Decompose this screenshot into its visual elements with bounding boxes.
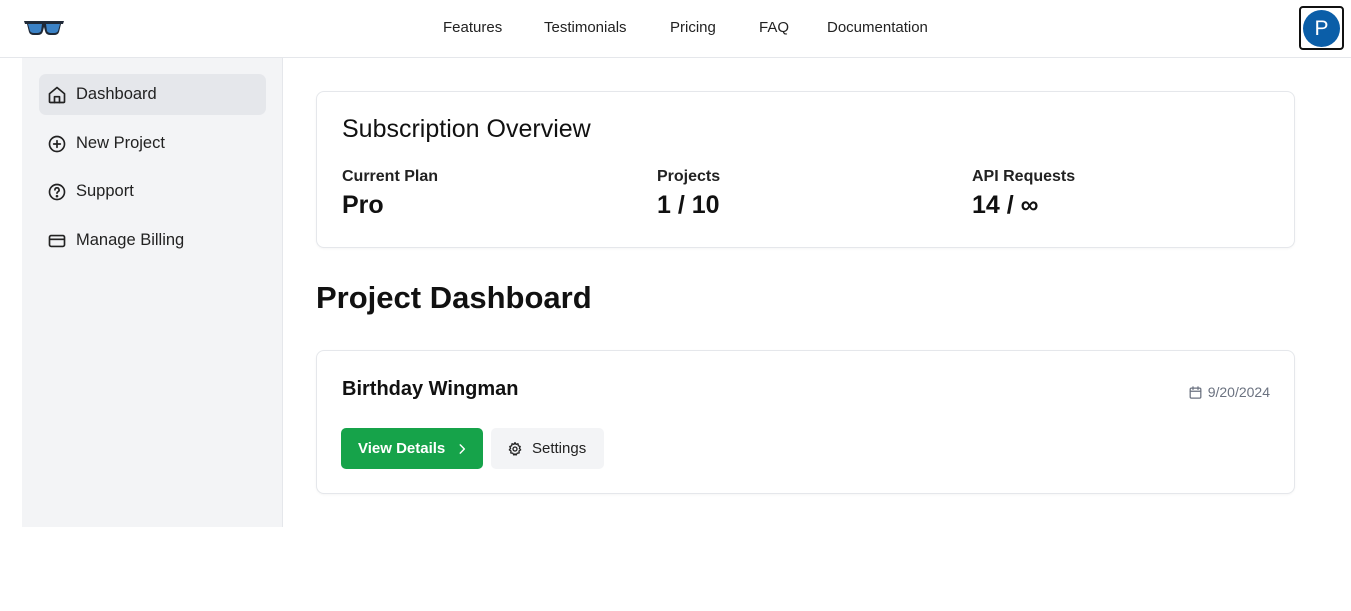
top-navbar: Features Testimonials Pricing FAQ Docume…: [0, 0, 1351, 58]
nav-testimonials[interactable]: Testimonials: [544, 19, 627, 36]
stat-label: Current Plan: [342, 168, 439, 185]
avatar[interactable]: P: [1303, 10, 1340, 47]
chevron-right-icon: [459, 443, 466, 454]
stat-value: Pro: [342, 191, 384, 219]
user-avatar-button[interactable]: P: [1299, 6, 1344, 50]
project-date-text: 9/20/2024: [1207, 384, 1270, 400]
sidebar-item-label: Manage Billing: [76, 231, 185, 249]
stat-label: Projects: [657, 168, 721, 185]
nav-pricing[interactable]: Pricing: [670, 19, 716, 36]
stat-value: 1 / 10: [657, 191, 720, 219]
sidebar-item-new-project[interactable]: New Project: [39, 123, 266, 164]
nav-features[interactable]: Features: [443, 19, 502, 36]
subscription-title: Subscription Overview: [342, 115, 591, 143]
nav-documentation[interactable]: Documentation: [827, 19, 928, 36]
sidebar-item-support[interactable]: Support: [39, 171, 266, 212]
sidebar-item-manage-billing[interactable]: Manage Billing: [39, 220, 266, 261]
view-details-button[interactable]: View Details: [341, 428, 483, 469]
stat-label: API Requests: [972, 168, 1076, 185]
stat-current-plan: Current Plan Pro: [342, 168, 438, 220]
stat-projects: Projects 1 / 10: [657, 168, 720, 220]
project-name: Birthday Wingman: [342, 378, 519, 400]
project-card: Birthday Wingman 9/20/2024 View Details …: [316, 350, 1295, 494]
main-nav: Features Testimonials Pricing FAQ Docume…: [0, 0, 1351, 57]
home-icon: [47, 85, 67, 105]
plus-circle-icon: [47, 134, 67, 154]
sidebar-item-label: Dashboard: [76, 85, 157, 103]
sidebar: Dashboard New Project Support Manage Bil…: [22, 58, 283, 527]
settings-label: Settings: [532, 440, 587, 457]
help-circle-icon: [47, 182, 67, 202]
nav-faq[interactable]: FAQ: [759, 19, 789, 36]
stat-value: 14 / ∞: [972, 191, 1039, 219]
view-details-label: View Details: [358, 440, 446, 457]
sidebar-item-label: Support: [76, 182, 134, 200]
gear-icon: [508, 441, 522, 456]
sidebar-item-dashboard[interactable]: Dashboard: [39, 74, 266, 115]
settings-button[interactable]: Settings: [491, 428, 604, 469]
stat-api-requests: API Requests 14 / ∞: [972, 168, 1075, 220]
credit-card-icon: [47, 231, 67, 251]
calendar-icon: [1189, 385, 1202, 399]
page-title: Project Dashboard: [316, 280, 592, 315]
project-date: 9/20/2024: [1188, 384, 1270, 400]
subscription-overview-card: Subscription Overview Current Plan Pro P…: [316, 91, 1295, 248]
sidebar-item-label: New Project: [76, 134, 165, 152]
